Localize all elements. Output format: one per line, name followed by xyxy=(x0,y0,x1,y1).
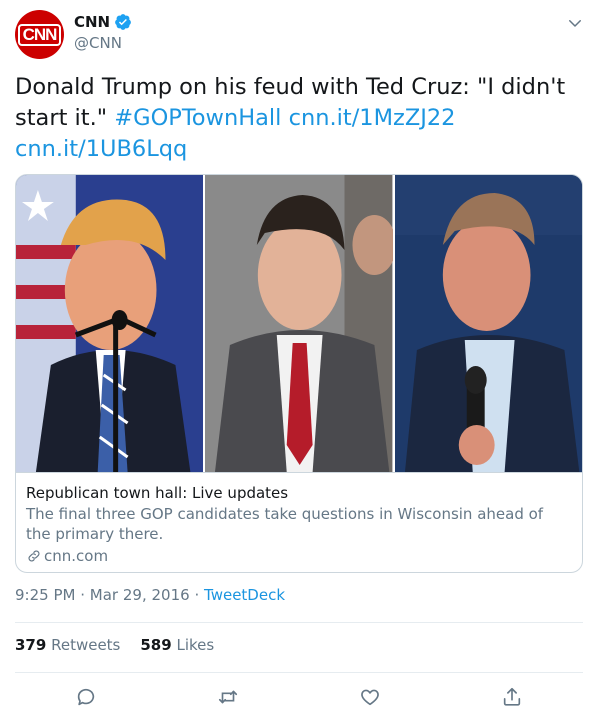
divider xyxy=(15,622,583,623)
handle[interactable]: @CNN xyxy=(74,34,122,52)
card-title: Republican town hall: Live updates xyxy=(26,484,289,502)
meta-separator: · xyxy=(80,586,86,604)
url-link-1[interactable]: cnn.it/1MzZJ22 xyxy=(289,105,456,131)
card-domain: cnn.com xyxy=(44,547,109,565)
like-icon xyxy=(361,689,379,706)
retweets-label: Retweets xyxy=(51,636,121,654)
card-photo-cruz xyxy=(205,175,393,472)
caret-down-icon[interactable] xyxy=(566,14,584,32)
reply-button[interactable] xyxy=(75,686,97,708)
tweet-date[interactable]: Mar 29, 2016 xyxy=(90,586,190,604)
likes-count: 589 xyxy=(140,636,172,654)
card-description: The final three GOP candidates take ques… xyxy=(26,505,544,543)
tweet-source-link[interactable]: TweetDeck xyxy=(204,586,285,604)
card-photo-kasich xyxy=(394,175,582,472)
card-domain-row: cnn.com xyxy=(26,546,572,566)
share-button[interactable] xyxy=(501,686,523,708)
reply-icon xyxy=(77,688,95,706)
display-name[interactable]: CNN xyxy=(74,13,110,31)
share-icon xyxy=(503,687,521,706)
meta-separator-2: · xyxy=(194,586,200,604)
likes-label: Likes xyxy=(176,636,215,654)
author-name-row[interactable]: CNN xyxy=(74,13,132,31)
link-icon xyxy=(28,550,40,562)
tweet-time[interactable]: 9:25 PM xyxy=(15,586,75,604)
retweets-count: 379 xyxy=(15,636,47,654)
hashtag-link[interactable]: #GOPTownHall xyxy=(114,105,281,131)
tweet: CNN CNN @CNN Donald Trump on his feud wi… xyxy=(0,0,598,721)
tweet-actions xyxy=(0,686,598,710)
retweet-icon xyxy=(218,690,238,704)
retweet-button[interactable] xyxy=(217,686,239,708)
tweet-text: Donald Trump on his feud with Ted Cruz: … xyxy=(15,72,585,165)
url-link-2[interactable]: cnn.it/1UB6Lqq xyxy=(15,136,187,162)
like-button[interactable] xyxy=(359,686,381,708)
verified-badge-icon xyxy=(115,14,131,30)
avatar[interactable]: CNN xyxy=(15,10,64,59)
card-photo-trump xyxy=(16,175,204,472)
tweet-timestamp-row: 9:25 PM · Mar 29, 2016 · TweetDeck xyxy=(15,586,285,604)
divider xyxy=(15,672,583,673)
card-body[interactable]: Republican town hall: Live updates The f… xyxy=(16,472,582,572)
likes-stat[interactable]: 589 Likes xyxy=(140,636,214,654)
card-image-collage xyxy=(16,175,582,472)
avatar-logo-text: CNN xyxy=(17,23,62,46)
tweet-stats: 379 Retweets 589 Likes xyxy=(15,636,214,654)
link-card[interactable]: Republican town hall: Live updates The f… xyxy=(15,174,583,573)
retweets-stat[interactable]: 379 Retweets xyxy=(15,636,120,654)
